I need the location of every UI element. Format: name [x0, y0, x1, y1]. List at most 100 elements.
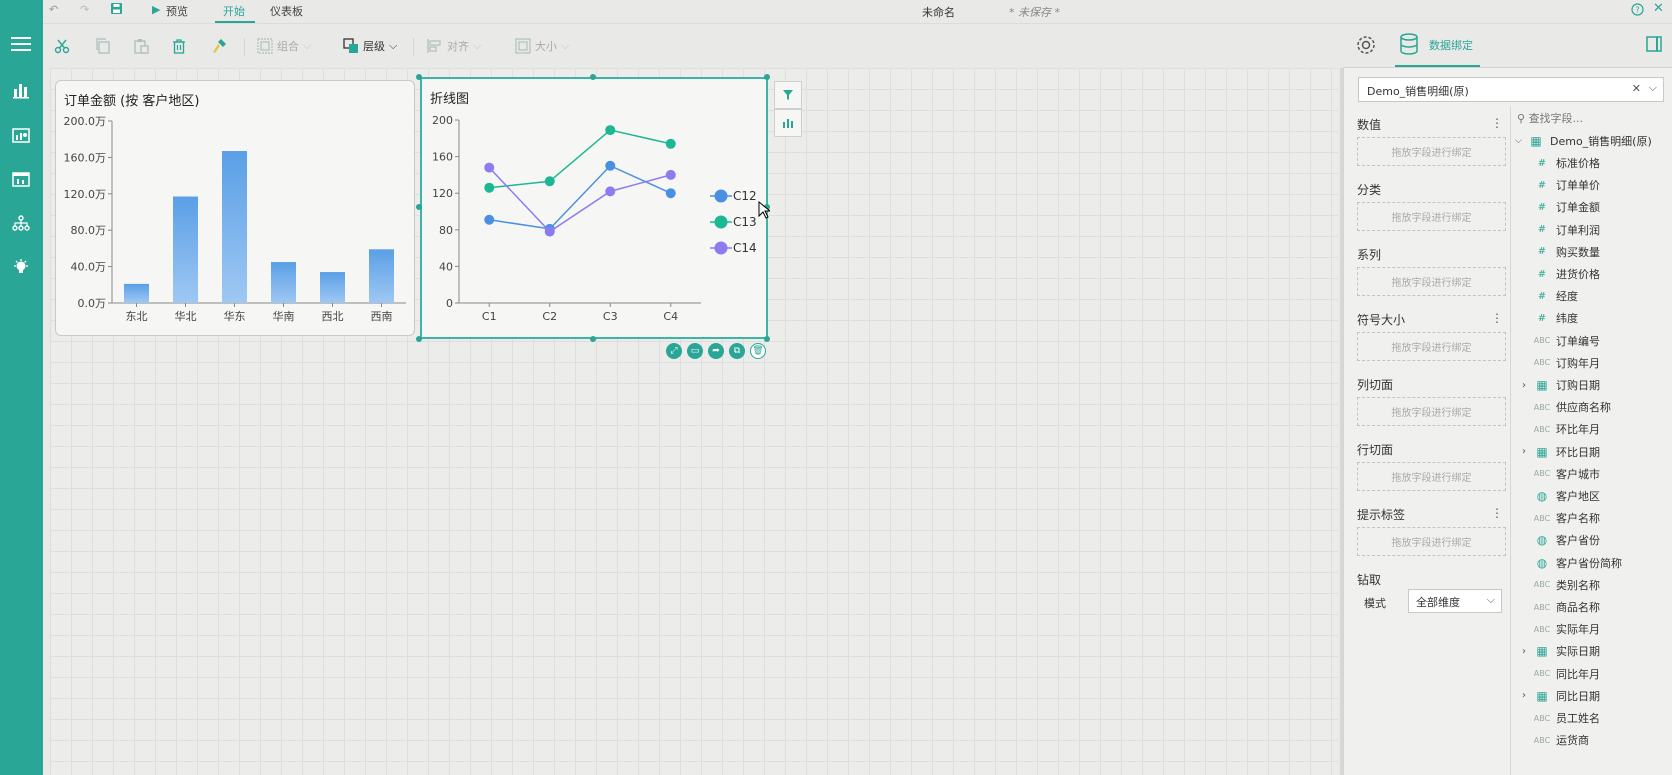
- panel-toggle-icon[interactable]: [1646, 36, 1662, 55]
- chevron-right-icon[interactable]: ›: [1515, 690, 1533, 701]
- tab-dashboard[interactable]: 仪表板: [270, 3, 303, 19]
- field-item[interactable]: # 订单利润: [1515, 219, 1672, 241]
- dropzone-category[interactable]: 拖放字段进行绑定: [1357, 202, 1506, 231]
- dropzone-symbol-size[interactable]: 拖放字段进行绑定: [1357, 332, 1506, 361]
- resize-handle[interactable]: [416, 336, 422, 342]
- redo-icon[interactable]: ↷: [80, 3, 89, 16]
- filter-icon[interactable]: [774, 81, 802, 109]
- series-line: [489, 129, 671, 189]
- resize-handle[interactable]: [764, 74, 770, 80]
- x-tick-label: 西南: [371, 310, 393, 323]
- bar-chart-card[interactable]: 订单金额 (按 客户地区) 0.0万 40.0万 80.0万 120.0万 160.0万…: [55, 80, 415, 336]
- chevron-right-icon[interactable]: ›: [1515, 380, 1533, 391]
- field-item[interactable]: ◍ 客户省份简称: [1515, 552, 1672, 574]
- resize-handle[interactable]: [416, 74, 422, 80]
- y-tick-label: 40.0万: [71, 261, 107, 274]
- field-item[interactable]: › ▦ 环比日期: [1515, 441, 1672, 463]
- field-item[interactable]: ABC 订单编号: [1515, 330, 1672, 352]
- x-tick-label: C4: [663, 310, 678, 323]
- dropzone-tooltip[interactable]: 拖放字段进行绑定: [1357, 527, 1506, 556]
- chevron-right-icon[interactable]: ›: [1515, 646, 1533, 657]
- database-icon[interactable]: [1399, 33, 1419, 58]
- delete-widget-icon[interactable]: 🗑: [750, 343, 766, 359]
- hierarchy-icon[interactable]: [10, 212, 32, 234]
- chart-icon[interactable]: [10, 79, 32, 101]
- close-icon[interactable]: ✕: [1653, 1, 1664, 16]
- field-item[interactable]: ABC 供应商名称: [1515, 396, 1672, 418]
- field-item[interactable]: ABC 同比年月: [1515, 663, 1672, 685]
- dropzone-values[interactable]: 拖放字段进行绑定: [1357, 137, 1506, 166]
- format-brush-icon[interactable]: [211, 34, 227, 58]
- section-category: 分类: [1357, 183, 1382, 197]
- field-item[interactable]: # 订单金额: [1515, 196, 1672, 218]
- resize-handle[interactable]: [590, 336, 596, 342]
- field-item[interactable]: › ▦ 订购日期: [1515, 374, 1672, 396]
- fullscreen-icon[interactable]: ⤢: [666, 343, 682, 359]
- field-root[interactable]: ⌵ ▦ Demo_销售明细(原): [1515, 130, 1672, 152]
- field-item[interactable]: # 订单单价: [1515, 174, 1672, 196]
- group-button[interactable]: 组合 ⌵: [257, 34, 311, 58]
- save-icon[interactable]: [111, 3, 122, 17]
- share-icon[interactable]: ➦: [708, 343, 724, 359]
- dataset-icon[interactable]: [10, 124, 32, 146]
- legend-marker: [714, 215, 728, 229]
- menu-icon[interactable]: [10, 33, 32, 55]
- field-item[interactable]: # 纬度: [1515, 307, 1672, 329]
- more-options-icon[interactable]: ⋮: [1491, 506, 1503, 520]
- field-label: 进货价格: [1556, 268, 1600, 281]
- field-item[interactable]: # 进货价格: [1515, 263, 1672, 285]
- play-icon[interactable]: ▶: [152, 3, 160, 16]
- help-icon[interactable]: ?: [1631, 3, 1644, 19]
- field-search[interactable]: ⚲ 查找字段...: [1515, 106, 1670, 128]
- field-item[interactable]: # 标准价格: [1515, 152, 1672, 174]
- dropzone-row-facet[interactable]: 拖放字段进行绑定: [1357, 462, 1506, 491]
- size-button[interactable]: 大小 ⌵: [515, 34, 569, 58]
- clear-icon[interactable]: ✕: [1632, 82, 1641, 95]
- field-item[interactable]: › ▦ 实际日期: [1515, 640, 1672, 662]
- drill-mode-select[interactable]: 全部维度 ⌵: [1408, 589, 1502, 613]
- field-item[interactable]: ABC 环比年月: [1515, 418, 1672, 440]
- field-item[interactable]: ABC 订购年月: [1515, 352, 1672, 374]
- x-tick-label: C1: [482, 310, 497, 323]
- more-options-icon[interactable]: ⋮: [1491, 116, 1503, 130]
- copy-icon[interactable]: [95, 34, 111, 58]
- field-item[interactable]: ABC 类别名称: [1515, 574, 1672, 596]
- field-item[interactable]: # 经度: [1515, 285, 1672, 307]
- tab-start[interactable]: 开始: [223, 3, 245, 19]
- report-icon[interactable]: [10, 168, 32, 190]
- chevron-right-icon[interactable]: ›: [1515, 446, 1533, 457]
- tab-data-binding[interactable]: 数据绑定: [1429, 37, 1473, 53]
- chart-type-icon[interactable]: [774, 109, 802, 137]
- text-icon: ABC: [1533, 513, 1551, 523]
- field-item[interactable]: ABC 员工姓名: [1515, 707, 1672, 729]
- align-button[interactable]: 对齐 ⌵: [427, 34, 481, 58]
- delete-icon[interactable]: [171, 34, 187, 58]
- y-tick-label: 40: [439, 260, 453, 273]
- line-chart-card[interactable]: 折线图 0 40 80 120 160 200 C1 C2 C3 C4 C12 C13 C14: [420, 77, 768, 339]
- field-item[interactable]: ABC 实际年月: [1515, 618, 1672, 640]
- field-item[interactable]: ABC 商品名称: [1515, 596, 1672, 618]
- field-item[interactable]: ABC 运货商: [1515, 729, 1672, 751]
- preview-button[interactable]: 预览: [166, 3, 188, 19]
- undo-icon[interactable]: ↶: [49, 3, 58, 16]
- resize-handle[interactable]: [416, 204, 422, 210]
- field-item[interactable]: ◍ 客户省份: [1515, 529, 1672, 551]
- field-item[interactable]: ABC 客户名称: [1515, 507, 1672, 529]
- comment-icon[interactable]: ▭: [687, 343, 703, 359]
- field-item[interactable]: › ▦ 同比日期: [1515, 685, 1672, 707]
- resize-handle[interactable]: [590, 74, 596, 80]
- lightbulb-icon[interactable]: [10, 256, 32, 278]
- dropzone-series[interactable]: 拖放字段进行绑定: [1357, 267, 1506, 296]
- paste-icon[interactable]: [133, 34, 149, 58]
- field-item[interactable]: ◍ 客户地区: [1515, 485, 1672, 507]
- more-options-icon[interactable]: ⋮: [1491, 311, 1503, 325]
- copy-widget-icon[interactable]: ⧉: [729, 343, 745, 359]
- field-item[interactable]: ABC 客户城市: [1515, 463, 1672, 485]
- dataset-select[interactable]: Demo_销售明细(原) ✕ ⌵: [1358, 77, 1664, 102]
- layer-button[interactable]: 层级 ⌵: [343, 34, 397, 58]
- cut-icon[interactable]: [54, 34, 70, 58]
- field-item[interactable]: # 购买数量: [1515, 241, 1672, 263]
- settings-icon[interactable]: [1355, 34, 1377, 59]
- resize-handle[interactable]: [764, 336, 770, 342]
- dropzone-column-facet[interactable]: 拖放字段进行绑定: [1357, 397, 1506, 426]
